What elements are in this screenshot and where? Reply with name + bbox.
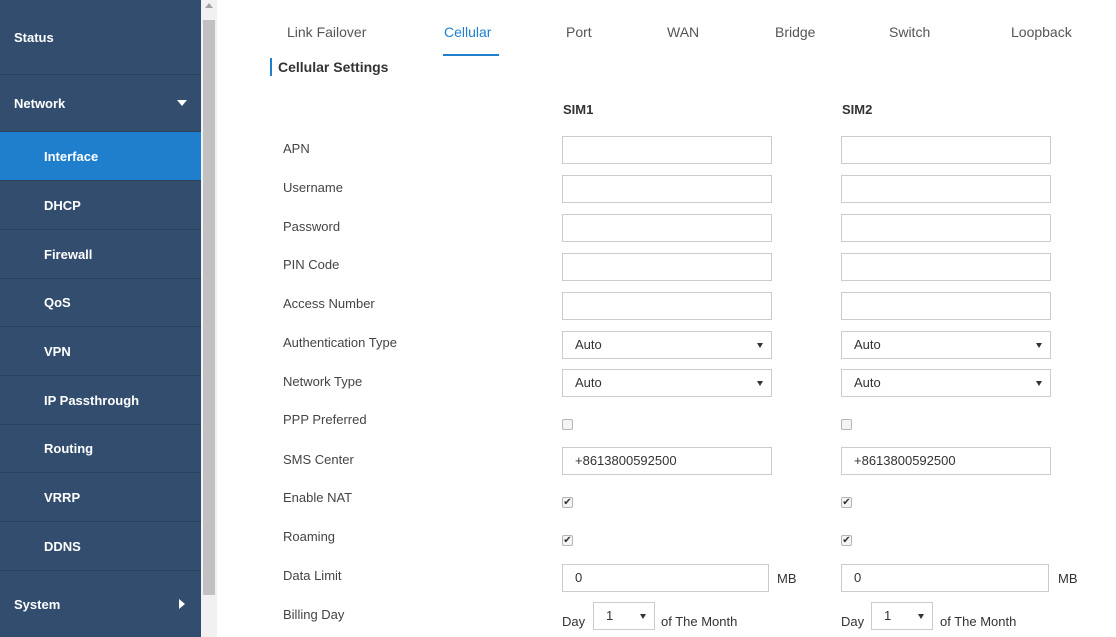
sidebar-item-label: VRRP [44,489,81,505]
sim1-ppp-preferred-checkbox[interactable] [562,419,573,430]
sim1-data-limit-input[interactable]: 0 [562,564,769,592]
sim2-password-input[interactable] [841,214,1051,242]
sim1-enable-nat-checkbox[interactable]: ✔ [562,497,573,508]
select-value: 1 [884,608,892,623]
tab-cellular[interactable]: Cellular [444,24,491,40]
sim2-ppp-preferred-checkbox[interactable] [841,419,852,430]
sidebar-item-label: Routing [44,441,94,456]
sim1-billing-day-select[interactable]: 1 [593,602,655,630]
sim1-roaming-checkbox[interactable]: ✔ [562,535,573,546]
caret-down-icon [1036,381,1042,386]
sidebar-item-label: Network [14,95,66,111]
select-value: Auto [575,375,602,390]
tab-port[interactable]: Port [566,24,592,40]
caret-down-icon [1036,343,1042,348]
caret-down-icon [757,381,763,386]
sim1-access-number-input[interactable] [562,292,772,320]
sim2-sms-center-input[interactable]: +8613800592500 [841,447,1051,475]
sidebar-item-qos[interactable]: QoS [0,279,201,327]
sidebar-item-label: IP Passthrough [44,392,140,408]
sim2-billing-day-suffix: of The Month [940,614,1017,629]
sidebar-item-label: DHCP [44,197,81,213]
sidebar-item-label: Interface [44,148,99,164]
label-roaming: Roaming [283,529,336,544]
sidebar-item-label: Firewall [44,246,93,262]
sim1-billing-day-suffix: of The Month [661,614,738,629]
chevron-right-icon [179,599,185,609]
sim1-apn-input[interactable] [562,136,772,164]
tab-link-failover[interactable]: Link Failover [287,24,366,40]
tab-wan[interactable]: WAN [667,24,699,40]
select-value: Auto [575,337,602,352]
caret-down-icon [640,614,646,619]
sim1-username-input[interactable] [562,175,772,203]
select-value: 1 [606,608,614,623]
caret-down-icon [918,614,924,619]
sim2-apn-input[interactable] [841,136,1051,164]
scroll-up-arrow-icon[interactable] [205,3,213,8]
sim2-username-input[interactable] [841,175,1051,203]
select-value: Auto [854,375,881,390]
active-tab-indicator [443,54,499,56]
select-value: Auto [854,337,881,352]
label-apn: APN [283,141,310,156]
column-header-sim2: SIM2 [842,102,873,117]
section-title: Cellular Settings [270,58,388,76]
sidebar-item-vpn[interactable]: VPN [0,327,201,376]
label-data-limit: Data Limit [283,568,342,583]
sim2-access-number-input[interactable] [841,292,1051,320]
sidebar-item-label: DDNS [44,538,81,554]
sim1-password-input[interactable] [562,214,772,242]
sim2-data-limit-unit: MB [1058,571,1078,586]
sim1-billing-day-prefix: Day [562,614,586,629]
sidebar-scrollbar[interactable] [201,0,217,637]
caret-down-icon [757,343,763,348]
tab-loopback[interactable]: Loopback [1011,24,1072,40]
label-authentication-type: Authentication Type [283,335,397,350]
sim2-authentication-type-select[interactable]: Auto [841,331,1051,359]
sim2-enable-nat-checkbox[interactable]: ✔ [841,497,852,508]
sidebar-item-system[interactable]: System [0,571,201,637]
sidebar-item-firewall[interactable]: Firewall [0,230,201,279]
scrollbar-thumb[interactable] [203,20,215,595]
sim1-pin-code-input[interactable] [562,253,772,281]
tab-bridge[interactable]: Bridge [775,24,815,40]
sidebar-item-label: QoS [44,295,71,310]
label-password: Password [283,219,341,234]
column-header-sim1: SIM1 [563,102,594,117]
sidebar-item-network[interactable]: Network [0,75,201,132]
tab-switch[interactable]: Switch [889,24,930,40]
label-billing-day: Billing Day [283,607,345,622]
sim2-pin-code-input[interactable] [841,253,1051,281]
label-pin-code: PIN Code [283,257,340,272]
sidebar-item-label: VPN [44,343,71,359]
sim1-data-limit-unit: MB [777,571,797,586]
sidebar-item-interface[interactable]: Interface [0,132,201,181]
sidebar-item-status[interactable]: Status [0,0,201,75]
sidebar-item-label: System [14,596,61,612]
sidebar: Status Network Interface DHCP Firewall Q… [0,0,201,637]
sim1-authentication-type-select[interactable]: Auto [562,331,772,359]
label-username: Username [283,180,343,195]
label-sms-center: SMS Center [283,452,354,467]
sim2-data-limit-input[interactable]: 0 [841,564,1049,592]
sim2-network-type-select[interactable]: Auto [841,369,1051,397]
sim2-billing-day-select[interactable]: 1 [871,602,933,630]
sim2-roaming-checkbox[interactable]: ✔ [841,535,852,546]
sidebar-item-ip-passthrough[interactable]: IP Passthrough [0,376,201,425]
label-network-type: Network Type [283,374,363,389]
sidebar-item-label: Status [14,29,54,45]
chevron-down-icon [177,100,187,106]
label-access-number: Access Number [283,296,375,311]
sidebar-item-routing[interactable]: Routing [0,425,201,473]
sim1-network-type-select[interactable]: Auto [562,369,772,397]
label-enable-nat: Enable NAT [283,490,353,505]
sim2-billing-day-prefix: Day [841,614,865,629]
sim1-sms-center-input[interactable]: +8613800592500 [562,447,772,475]
sidebar-item-dhcp[interactable]: DHCP [0,181,201,230]
label-ppp-preferred: PPP Preferred [283,412,367,427]
sidebar-item-ddns[interactable]: DDNS [0,522,201,571]
sidebar-item-vrrp[interactable]: VRRP [0,473,201,522]
